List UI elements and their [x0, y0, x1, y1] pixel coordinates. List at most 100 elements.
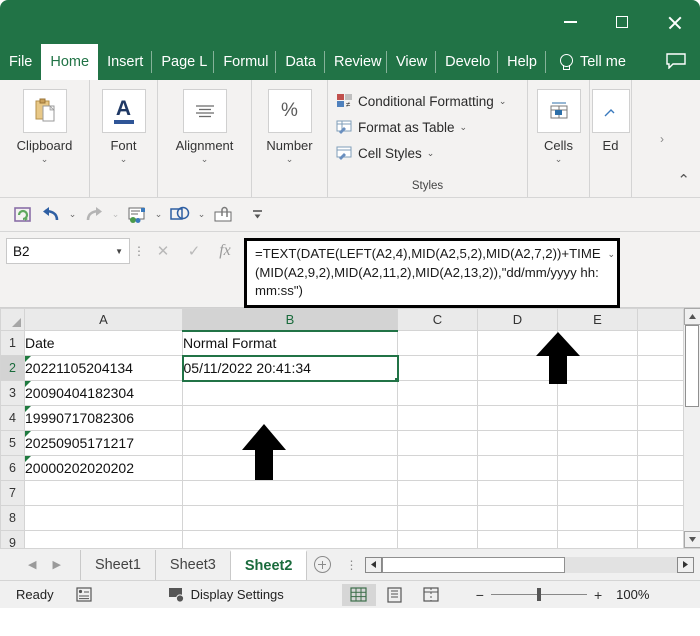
- cell-a7[interactable]: [25, 481, 183, 506]
- redo-button[interactable]: [81, 203, 107, 227]
- cancel-formula-button[interactable]: ✕: [148, 238, 178, 264]
- editing-button[interactable]: [592, 89, 630, 133]
- format-as-table-button[interactable]: Format as Table ⌄: [336, 114, 521, 140]
- ribbon-group-editing[interactable]: Ed: [590, 80, 632, 197]
- cell-b6[interactable]: [183, 456, 398, 481]
- cell-b8[interactable]: [183, 506, 398, 531]
- vertical-scrollbar[interactable]: [683, 308, 700, 548]
- sheet-more-button[interactable]: ⋮: [337, 558, 365, 572]
- number-chevron-down-icon[interactable]: ⌄: [286, 154, 294, 165]
- number-button[interactable]: %: [268, 89, 312, 133]
- sheet-tab-sheet2[interactable]: Sheet2: [230, 550, 308, 580]
- formula-bar-grip[interactable]: ⋮: [130, 238, 148, 264]
- maximize-button[interactable]: [596, 0, 648, 44]
- cell-e8[interactable]: [558, 506, 638, 531]
- row-header-4[interactable]: 4: [1, 406, 25, 431]
- cell-c1[interactable]: [398, 331, 478, 356]
- expand-formula-bar-icon[interactable]: ⌄: [607, 245, 615, 264]
- insert-function-button[interactable]: fx: [210, 238, 240, 264]
- tab-data[interactable]: Data: [276, 44, 325, 80]
- undo-button[interactable]: [38, 203, 64, 227]
- cell-f7[interactable]: [638, 481, 684, 506]
- cell-c2[interactable]: [398, 356, 478, 381]
- row-header-2[interactable]: 2: [1, 356, 25, 381]
- cell-d5[interactable]: [478, 431, 558, 456]
- cell-d4[interactable]: [478, 406, 558, 431]
- ribbon-group-cells[interactable]: Cells ⌄: [528, 80, 590, 197]
- tab-file[interactable]: File: [0, 44, 41, 80]
- cell-b2[interactable]: 05/11/2022 20:41:34: [183, 356, 398, 381]
- cell-f5[interactable]: [638, 431, 684, 456]
- cell-f1[interactable]: [638, 331, 684, 356]
- row-header-7[interactable]: 7: [1, 481, 25, 506]
- ribbon-group-alignment[interactable]: Alignment ⌄: [158, 80, 252, 197]
- column-header-d[interactable]: D: [478, 309, 558, 331]
- cell-d3[interactable]: [478, 381, 558, 406]
- send-button[interactable]: [124, 203, 150, 227]
- name-box[interactable]: B2 ▼: [6, 238, 130, 264]
- accessibility-checker-icon[interactable]: [76, 587, 94, 603]
- scroll-left-button[interactable]: [365, 557, 382, 573]
- scroll-right-button[interactable]: [677, 557, 694, 573]
- column-header-c[interactable]: C: [398, 309, 478, 331]
- ribbon-group-clipboard[interactable]: Clipboard ⌄: [0, 80, 90, 197]
- cell-e6[interactable]: [558, 456, 638, 481]
- cell-a3[interactable]: 20090404182304: [25, 381, 183, 406]
- zoom-out-button[interactable]: −: [476, 587, 484, 603]
- tab-insert[interactable]: Insert: [98, 44, 152, 80]
- tab-page-layout[interactable]: Page L: [152, 44, 214, 80]
- add-sheet-button[interactable]: [307, 556, 337, 573]
- scroll-up-button[interactable]: [684, 308, 700, 325]
- zoom-track[interactable]: [491, 594, 587, 596]
- column-header-e[interactable]: E: [558, 309, 638, 331]
- undo-chevron-down-icon[interactable]: ⌄: [66, 209, 79, 220]
- conditional-formatting-button[interactable]: ≠ Conditional Formatting ⌄: [336, 88, 521, 114]
- cell-e5[interactable]: [558, 431, 638, 456]
- sheet-tab-sheet1[interactable]: Sheet1: [80, 550, 156, 580]
- refresh-button[interactable]: [10, 203, 36, 227]
- page-break-preview-button[interactable]: [414, 584, 448, 606]
- comments-icon[interactable]: [666, 53, 686, 69]
- zoom-thumb[interactable]: [537, 588, 541, 601]
- name-box-chevron-down-icon[interactable]: ▼: [115, 247, 123, 256]
- enter-formula-button[interactable]: ✓: [179, 238, 209, 264]
- tab-formulas[interactable]: Formul: [214, 44, 276, 80]
- cell-b4[interactable]: [183, 406, 398, 431]
- cell-c5[interactable]: [398, 431, 478, 456]
- cell-styles-button[interactable]: Cell Styles ⌄: [336, 140, 521, 166]
- zoom-level-label[interactable]: 100%: [616, 587, 649, 602]
- cell-f6[interactable]: [638, 456, 684, 481]
- column-header-a[interactable]: A: [25, 309, 183, 331]
- cell-b1[interactable]: Normal Format: [183, 331, 398, 356]
- formula-input[interactable]: =TEXT(DATE(LEFT(A2,4),MID(A2,5,2),MID(A2…: [244, 238, 620, 308]
- cell-e3[interactable]: [558, 381, 638, 406]
- cells-chevron-down-icon[interactable]: ⌄: [555, 154, 563, 165]
- cell-c6[interactable]: [398, 456, 478, 481]
- font-button[interactable]: A: [102, 89, 146, 133]
- ribbon-group-number[interactable]: % Number ⌄: [252, 80, 328, 197]
- minimize-button[interactable]: [544, 0, 596, 44]
- cells-button[interactable]: [537, 89, 581, 133]
- cell-a6[interactable]: 20000202020202: [25, 456, 183, 481]
- horizontal-scroll-track[interactable]: [382, 557, 677, 573]
- shapes-button[interactable]: [167, 203, 193, 227]
- cell-a8[interactable]: [25, 506, 183, 531]
- zoom-slider[interactable]: − +: [476, 587, 602, 603]
- clipboard-chevron-down-icon[interactable]: ⌄: [41, 154, 49, 165]
- cell-c4[interactable]: [398, 406, 478, 431]
- ribbon-group-font[interactable]: A Font ⌄: [90, 80, 158, 197]
- row-header-6[interactable]: 6: [1, 456, 25, 481]
- cell-a5[interactable]: 20250905171217: [25, 431, 183, 456]
- tell-me-search[interactable]: Tell me: [546, 44, 626, 80]
- clipboard-button[interactable]: [23, 89, 67, 133]
- customize-qat-button[interactable]: [244, 203, 270, 227]
- column-header-f[interactable]: [638, 309, 684, 331]
- horizontal-scroll-thumb[interactable]: [382, 557, 565, 573]
- cell-c3[interactable]: [398, 381, 478, 406]
- column-header-b[interactable]: B: [183, 309, 398, 331]
- alignment-chevron-down-icon[interactable]: ⌄: [201, 154, 209, 165]
- close-button[interactable]: [648, 0, 700, 44]
- cell-a1[interactable]: Date: [25, 331, 183, 356]
- cell-a4[interactable]: 19990717082306: [25, 406, 183, 431]
- cell-c8[interactable]: [398, 506, 478, 531]
